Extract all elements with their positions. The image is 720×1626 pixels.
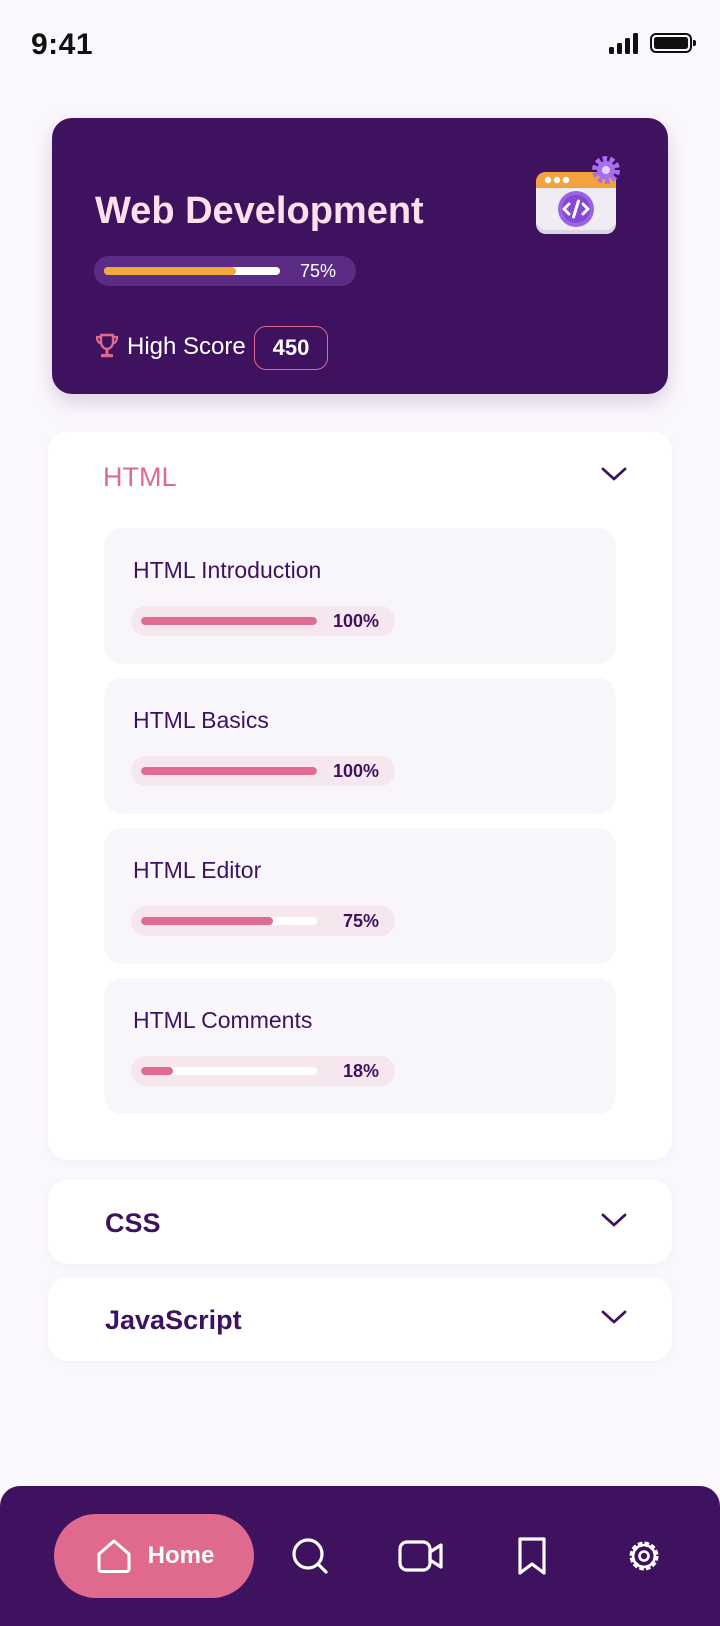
section-css-title: CSS — [105, 1208, 161, 1238]
course-progress-label: 75% — [300, 261, 337, 281]
lesson-title: HTML Editor — [133, 857, 262, 883]
lesson-card-html-introduction[interactable]: HTML Introduction 100% — [104, 528, 616, 664]
chevron-down-icon[interactable] — [600, 465, 628, 483]
high-score-label: High Score — [127, 333, 246, 360]
status-icons — [609, 32, 696, 54]
lesson-progress-fill — [141, 617, 317, 625]
chevron-down-icon[interactable] — [600, 1308, 628, 1326]
settings-icon[interactable] — [624, 1536, 664, 1576]
course-card[interactable]: Web Development 75% High Score 450 — [52, 118, 668, 394]
lesson-progress: 75% — [131, 906, 395, 936]
lesson-progress-label: 75% — [342, 911, 379, 931]
bottom-nav: Home — [0, 1486, 720, 1626]
lesson-title: HTML Comments — [133, 1007, 313, 1033]
lesson-progress: 100% — [131, 606, 395, 636]
course-progress-fill — [104, 267, 236, 275]
course-title: Web Development — [95, 190, 424, 232]
nav-home-button[interactable]: Home — [54, 1514, 254, 1598]
lesson-progress-fill — [141, 767, 317, 775]
high-score-badge: 450 — [254, 326, 328, 370]
video-icon[interactable] — [398, 1536, 444, 1576]
section-html: HTML HTML Introduction 100% HTML Basics … — [48, 432, 672, 1160]
section-javascript-title: JavaScript — [105, 1305, 242, 1335]
lesson-title: HTML Basics — [133, 707, 269, 733]
lesson-title: HTML Introduction — [133, 557, 322, 583]
trophy-icon — [95, 333, 119, 358]
section-javascript[interactable]: JavaScript — [48, 1277, 672, 1361]
lesson-progress: 100% — [131, 756, 395, 786]
web-code-gear-icon — [536, 156, 620, 234]
bookmark-icon[interactable] — [512, 1536, 552, 1576]
lesson-progress-fill — [141, 917, 273, 925]
search-icon[interactable] — [290, 1536, 330, 1576]
section-html-title[interactable]: HTML — [103, 462, 177, 493]
lesson-card-html-comments[interactable]: HTML Comments 18% — [104, 978, 616, 1114]
lesson-card-html-basics[interactable]: HTML Basics 100% — [104, 678, 616, 814]
lesson-progress-label: 18% — [342, 1061, 379, 1081]
home-icon — [97, 1539, 131, 1573]
lesson-progress-label: 100% — [332, 611, 379, 631]
chevron-down-icon[interactable] — [600, 1211, 628, 1229]
lesson-progress-fill — [141, 1067, 173, 1075]
lesson-card-html-editor[interactable]: HTML Editor 75% — [104, 828, 616, 964]
course-progress: 75% — [94, 256, 356, 286]
lesson-progress-label: 100% — [332, 761, 379, 781]
section-css[interactable]: CSS — [48, 1180, 672, 1264]
status-time: 9:41 — [31, 28, 94, 61]
signal-icon — [609, 32, 638, 54]
nav-home-label: Home — [147, 1542, 215, 1569]
lesson-progress: 18% — [131, 1056, 395, 1086]
battery-icon — [650, 33, 696, 53]
